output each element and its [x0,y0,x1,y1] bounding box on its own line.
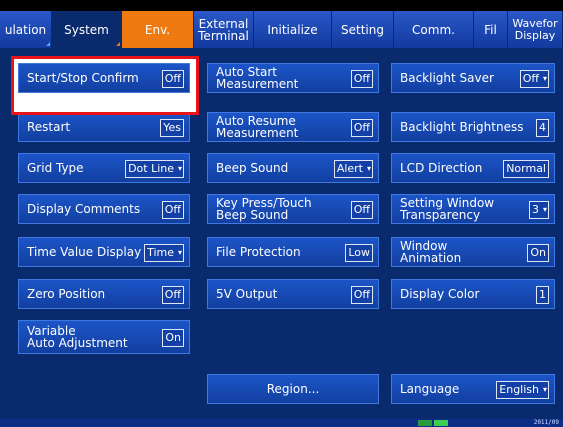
setting-value: Off [161,70,184,88]
setting-value: On [527,244,549,262]
setting-value: Low [345,244,373,262]
tab-simulation[interactable]: ulation [0,11,52,48]
setting-label: Variable Auto Adjustment [27,324,128,350]
start-stop-confirm-button-highlighted[interactable]: Start/Stop Confirm Off [18,63,190,93]
setting-value: Off [350,286,373,304]
time-value-display-button[interactable]: Time Value Display Time [18,237,190,267]
setting-label: File Protection [216,245,301,259]
status-date: 2011/09 [533,419,559,426]
display-comments-button[interactable]: Display Comments Off [18,194,190,224]
tab-initialize[interactable]: Initialize [254,11,332,48]
region-label: Region... [266,382,320,396]
beep-sound-button[interactable]: Beep Sound Alert [207,153,379,183]
tab-system[interactable]: System [52,11,122,48]
tab-indicator [116,42,120,46]
tab-waveform-display[interactable]: Wavefor Display [508,11,563,48]
file-protection-button[interactable]: File Protection Low [207,237,379,267]
tab-env[interactable]: Env. [122,11,194,48]
setting-value: Off [161,286,184,304]
setting-label: Language [400,382,460,396]
setting-value: On [162,329,184,347]
tab-comm[interactable]: Comm. [394,11,474,48]
setting-value: Off [161,201,184,219]
setting-label: Restart [27,120,71,134]
window-animation-button[interactable]: Window Animation On [391,237,555,267]
grid-type-button[interactable]: Grid Type Dot Line [18,153,190,183]
setting-value: Normal [503,160,549,178]
auto-start-measurement-button[interactable]: Auto Start Measurement Off [207,63,379,93]
backlight-brightness-button[interactable]: Backlight Brightness 4 [391,112,555,142]
setting-value: Yes [160,119,184,137]
5v-output-button[interactable]: 5V Output Off [207,279,379,309]
usb-indicator-icon [434,420,448,426]
auto-resume-measurement-button[interactable]: Auto Resume Measurement Off [207,112,379,142]
tab-setting[interactable]: Setting [332,11,394,48]
setting-label: Key Press/Touch Beep Sound [216,196,312,222]
lcd-direction-button[interactable]: LCD Direction Normal [391,153,555,183]
tab-bar: ulation System Env. External Terminal In… [0,11,563,48]
setting-label: Backlight Brightness [400,120,524,134]
setting-value: Off [519,70,549,88]
setting-label: Display Comments [27,202,141,216]
tab-indicator [46,42,50,46]
setting-value: Alert [333,160,373,178]
setting-value: 4 [536,119,549,137]
setting-label: Setting Window Transparency [400,196,495,222]
tab-external-terminal[interactable]: External Terminal [194,11,254,48]
setting-label: Grid Type [27,161,84,175]
setting-value: Dot Line [125,160,184,178]
setting-value: Off [350,201,373,219]
key-press-beep-sound-button[interactable]: Key Press/Touch Beep Sound Off [207,194,379,224]
setting-value: 1 [536,286,549,304]
setting-value: Off [350,119,373,137]
top-bar [0,0,563,11]
setting-label: Start/Stop Confirm [27,71,139,85]
setting-label: Window Animation [400,239,462,265]
setting-label: Zero Position [27,287,106,301]
backlight-saver-button[interactable]: Backlight Saver Off [391,63,555,93]
setting-label: Auto Start Measurement [216,65,299,91]
status-bar: 2011/09 [0,419,563,427]
language-button[interactable]: Language English [391,374,555,404]
setting-label: Backlight Saver [400,71,494,85]
tab-file[interactable]: Fil [474,11,508,48]
variable-auto-adjustment-button[interactable]: Variable Auto Adjustment On [18,320,190,354]
sd-indicator-icon [418,420,432,426]
setting-label: Display Color [400,287,480,301]
setting-window-transparency-button[interactable]: Setting Window Transparency 3 [391,194,555,224]
display-color-button[interactable]: Display Color 1 [391,279,555,309]
setting-value: Off [350,70,373,88]
region-button[interactable]: Region... [207,374,379,404]
setting-value: Time [144,244,184,262]
setting-label: Beep Sound [216,161,289,175]
setting-label: Auto Resume Measurement [216,114,299,140]
setting-label: 5V Output [216,287,278,301]
restart-button[interactable]: Restart Yes [18,112,190,142]
setting-value: 3 [529,201,549,219]
setting-value: English [496,381,549,399]
setting-label: LCD Direction [400,161,483,175]
setting-label: Time Value Display [27,245,142,259]
zero-position-button[interactable]: Zero Position Off [18,279,190,309]
